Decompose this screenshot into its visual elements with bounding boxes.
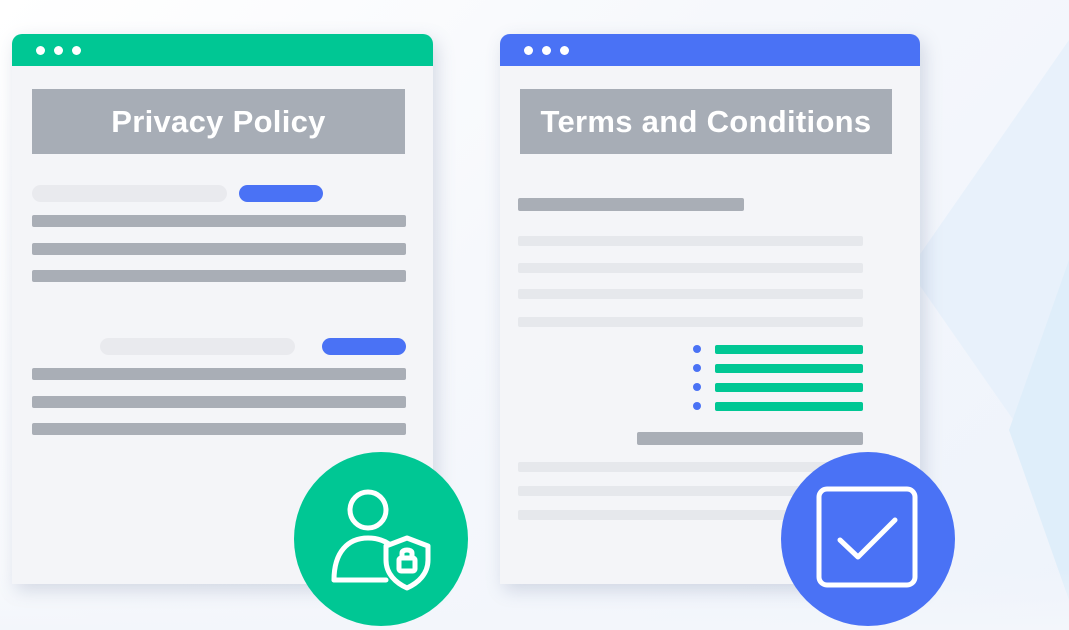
placeholder-text-line (32, 368, 406, 380)
placeholder-link (239, 185, 323, 202)
bullet-icon (693, 402, 701, 410)
background-shape (1009, 260, 1069, 600)
window-dot-icon (524, 46, 533, 55)
user-shield-lock-icon (331, 489, 431, 591)
placeholder-text-line (32, 270, 406, 282)
privacy-policy-title: Privacy Policy (32, 89, 405, 154)
terms-and-conditions-title: Terms and Conditions (520, 89, 892, 154)
list-item-line (715, 402, 863, 411)
placeholder-text-line (32, 215, 406, 227)
window-dot-icon (54, 46, 63, 55)
placeholder-pill (100, 338, 295, 355)
placeholder-text-line (32, 243, 406, 255)
bullet-icon (693, 345, 701, 353)
list-item-line (715, 383, 863, 392)
terms-window-titlebar (500, 34, 920, 66)
bullet-icon (693, 383, 701, 391)
terms-badge (781, 452, 955, 626)
placeholder-text-line (32, 423, 406, 435)
list-item-line (715, 345, 863, 354)
bullet-icon (693, 364, 701, 372)
window-dot-icon (72, 46, 81, 55)
placeholder-text-line (518, 236, 863, 246)
window-dot-icon (542, 46, 551, 55)
placeholder-pill (32, 185, 227, 202)
list-item-line (715, 364, 863, 373)
window-dot-icon (36, 46, 45, 55)
placeholder-text-line (518, 289, 863, 299)
checkbox-checked-icon (816, 486, 918, 588)
placeholder-subheading (518, 198, 744, 211)
window-dot-icon (560, 46, 569, 55)
placeholder-text-line (518, 317, 863, 327)
placeholder-summary-line (637, 432, 863, 445)
placeholder-link (322, 338, 406, 355)
privacy-window-titlebar (12, 34, 433, 66)
placeholder-text-line (518, 263, 863, 273)
privacy-badge (294, 452, 468, 626)
placeholder-text-line (32, 396, 406, 408)
